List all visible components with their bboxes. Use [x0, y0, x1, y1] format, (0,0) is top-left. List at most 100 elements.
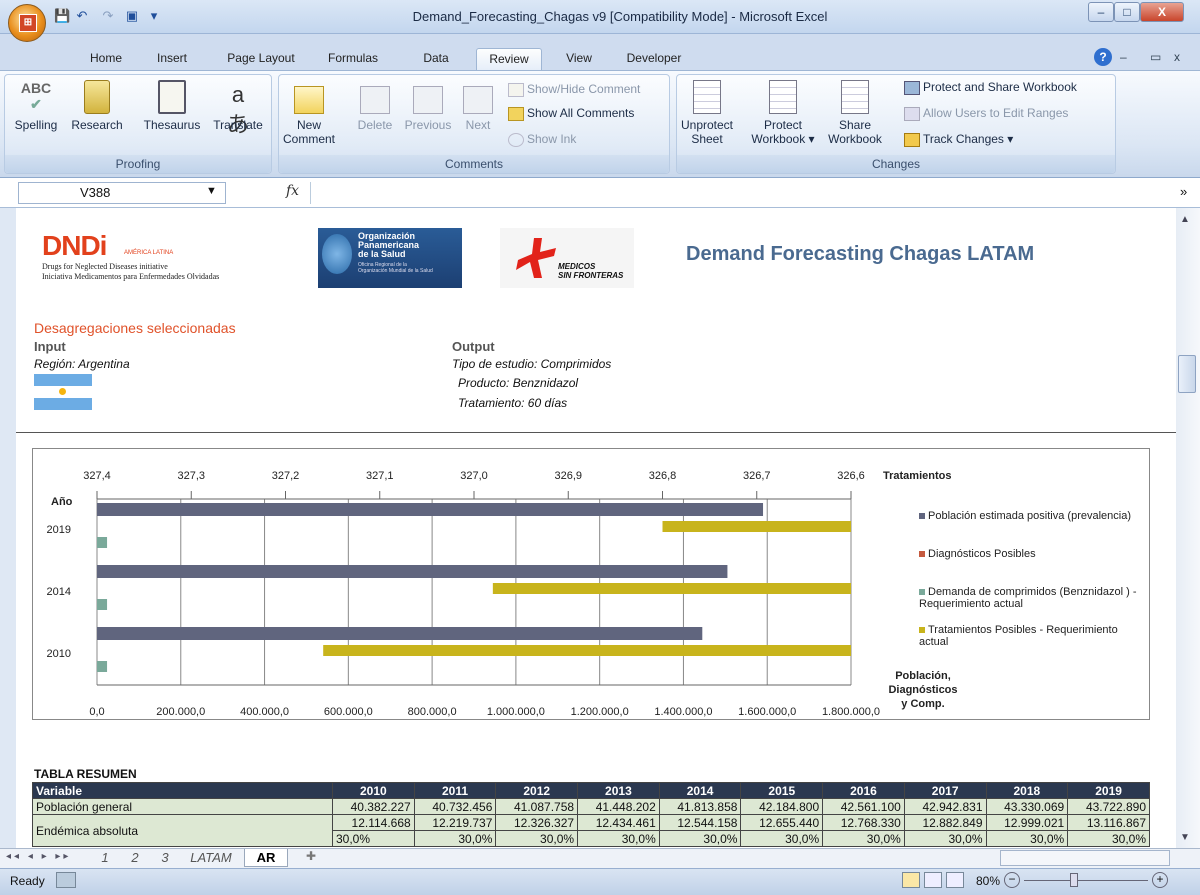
undo-icon[interactable]: ↶ — [74, 8, 90, 26]
table-header-cell[interactable]: 2018 — [985, 782, 1069, 799]
chart[interactable]: 0,0 200.000,0 400.000,0 600.000,0 800.000,0 1… — [32, 448, 1150, 720]
table-header-cell[interactable]: 2015 — [740, 782, 824, 799]
tab-insert[interactable]: Insert — [146, 48, 198, 70]
table-cell[interactable]: 12.219.737 — [413, 814, 497, 831]
zoom-in-icon[interactable]: + — [1152, 872, 1168, 888]
scroll-down-icon[interactable]: ▼ — [1180, 832, 1190, 843]
table-cell[interactable]: 12.999.021 — [985, 814, 1069, 831]
table-header-cell[interactable]: 2011 — [413, 782, 497, 799]
table-cell[interactable]: 13.116.867 — [1067, 814, 1150, 831]
table-cell[interactable]: Endémica absoluta — [32, 814, 333, 847]
sheet-tab-1[interactable]: 1 — [90, 849, 120, 867]
unprotect-sheet-button[interactable]: Unprotect Sheet — [678, 80, 736, 146]
table-cell[interactable]: 41.813.858 — [658, 798, 742, 815]
table-cell[interactable]: 42.184.800 — [740, 798, 824, 815]
table-cell[interactable]: 40.732.456 — [413, 798, 497, 815]
sheet-tab-latam[interactable]: LATAM — [182, 849, 240, 867]
table-cell[interactable]: 12.882.849 — [903, 814, 987, 831]
share-workbook-button[interactable]: Share Workbook — [822, 80, 888, 146]
vertical-scrollbar[interactable] — [1176, 208, 1200, 848]
page-break-view-icon[interactable] — [946, 872, 964, 888]
research-button[interactable]: Research — [66, 80, 128, 132]
normal-view-icon[interactable] — [902, 872, 920, 888]
table-cell[interactable]: 12.114.668 — [332, 814, 415, 831]
table-cell[interactable]: 42.561.100 — [822, 798, 905, 815]
sheet-tab-2[interactable]: 2 — [120, 849, 150, 867]
table-cell[interactable]: 12.655.440 — [740, 814, 824, 831]
thesaurus-button[interactable]: Thesaurus — [140, 80, 204, 132]
table-cell[interactable]: 12.544.158 — [658, 814, 742, 831]
table-cell[interactable]: 30,0% — [495, 830, 579, 847]
table-header-cell[interactable]: 2012 — [495, 782, 579, 799]
zoom-level[interactable]: 80% — [976, 874, 1000, 888]
track-changes-button[interactable]: Track Changes ▾ — [904, 130, 1013, 148]
table-cell[interactable]: 30,0% — [985, 830, 1069, 847]
zoom-slider[interactable] — [1024, 880, 1148, 881]
previous-comment-button[interactable]: Previous — [400, 80, 456, 132]
sheet-nav-icon[interactable]: ◂◂ ◂ ▸ ▸▸ — [6, 851, 71, 862]
scroll-up-icon[interactable]: ▲ — [1180, 214, 1190, 225]
redo-icon[interactable]: ↷ — [100, 8, 116, 26]
translate-button[interactable]: aあ Translate — [208, 80, 268, 137]
show-ink-button[interactable]: Show Ink — [508, 130, 576, 148]
table-cell[interactable]: 43.330.069 — [985, 798, 1069, 815]
table-cell[interactable]: 41.448.202 — [577, 798, 660, 815]
minimize-button[interactable]: – — [1088, 2, 1114, 22]
tab-page-layout[interactable]: Page Layout — [218, 48, 304, 70]
expand-formula-bar-icon[interactable]: » — [1180, 184, 1187, 199]
table-cell[interactable]: 30,0% — [903, 830, 987, 847]
table-cell[interactable]: 12.768.330 — [822, 814, 905, 831]
name-box[interactable] — [18, 182, 226, 204]
zoom-slider-thumb[interactable] — [1070, 873, 1078, 887]
spelling-button[interactable]: ABC ✔ Spelling — [6, 80, 66, 132]
table-header-cell[interactable]: 2017 — [903, 782, 987, 799]
ribbon-min-icon[interactable]: – — [1120, 50, 1127, 64]
table-cell[interactable]: 41.087.758 — [495, 798, 579, 815]
table-header-cell[interactable]: Variable — [32, 782, 333, 799]
table-cell[interactable]: Población general — [32, 798, 333, 815]
table-cell[interactable]: 30,0% — [1067, 830, 1150, 847]
tab-view[interactable]: View — [556, 48, 602, 70]
name-box-dropdown-icon[interactable]: ▼ — [206, 185, 217, 197]
protect-share-workbook-button[interactable]: Protect and Share Workbook — [904, 78, 1077, 96]
table-cell[interactable]: 30,0% — [332, 830, 415, 847]
table-cell[interactable]: 42.942.831 — [903, 798, 987, 815]
tab-formulas[interactable]: Formulas — [320, 48, 386, 70]
sheet-tab-3[interactable]: 3 — [150, 849, 180, 867]
tab-data[interactable]: Data — [412, 48, 460, 70]
page-layout-view-icon[interactable] — [924, 872, 942, 888]
protect-workbook-button[interactable]: Protect Workbook ▾ — [746, 80, 820, 146]
next-comment-button[interactable]: Next — [458, 80, 498, 132]
table-header-cell[interactable]: 2016 — [822, 782, 905, 799]
table-cell[interactable]: 30,0% — [413, 830, 497, 847]
sheet-tab-ar[interactable]: AR — [244, 849, 288, 867]
table-cell[interactable]: 30,0% — [740, 830, 824, 847]
scroll-thumb[interactable] — [1178, 355, 1196, 393]
tab-home[interactable]: Home — [80, 48, 132, 70]
delete-comment-button[interactable]: Delete — [350, 80, 400, 132]
tab-review[interactable]: Review — [476, 48, 542, 70]
insert-sheet-icon[interactable]: ✚ — [296, 849, 326, 867]
macro-record-icon[interactable] — [56, 872, 76, 888]
tab-developer[interactable]: Developer — [614, 48, 694, 70]
office-button[interactable]: ⊞ — [8, 4, 46, 42]
zoom-out-icon[interactable]: − — [1004, 872, 1020, 888]
help-icon[interactable]: ? — [1094, 48, 1112, 66]
table-cell[interactable]: 30,0% — [822, 830, 905, 847]
insert-function-icon[interactable]: fx — [286, 183, 299, 199]
close-button[interactable]: X — [1140, 2, 1184, 22]
maximize-button[interactable]: □ — [1114, 2, 1140, 22]
quick-access-dropdown-icon[interactable]: ▾ — [146, 8, 162, 26]
table-header-cell[interactable]: 2013 — [577, 782, 660, 799]
new-comment-button[interactable]: New Comment — [282, 80, 336, 146]
save-icon[interactable]: 💾 — [54, 8, 70, 26]
table-cell[interactable]: 30,0% — [658, 830, 742, 847]
table-cell[interactable]: 43.722.890 — [1067, 798, 1150, 815]
table-cell[interactable]: 12.326.327 — [495, 814, 579, 831]
table-header-cell[interactable]: 2014 — [658, 782, 742, 799]
show-all-comments-button[interactable]: Show All Comments — [508, 104, 634, 122]
quick-access-customize-icon[interactable]: ▣ — [124, 8, 140, 26]
table-cell[interactable]: 30,0% — [577, 830, 660, 847]
table-header-cell[interactable]: 2019 — [1067, 782, 1150, 799]
table-cell[interactable]: 12.434.461 — [577, 814, 660, 831]
